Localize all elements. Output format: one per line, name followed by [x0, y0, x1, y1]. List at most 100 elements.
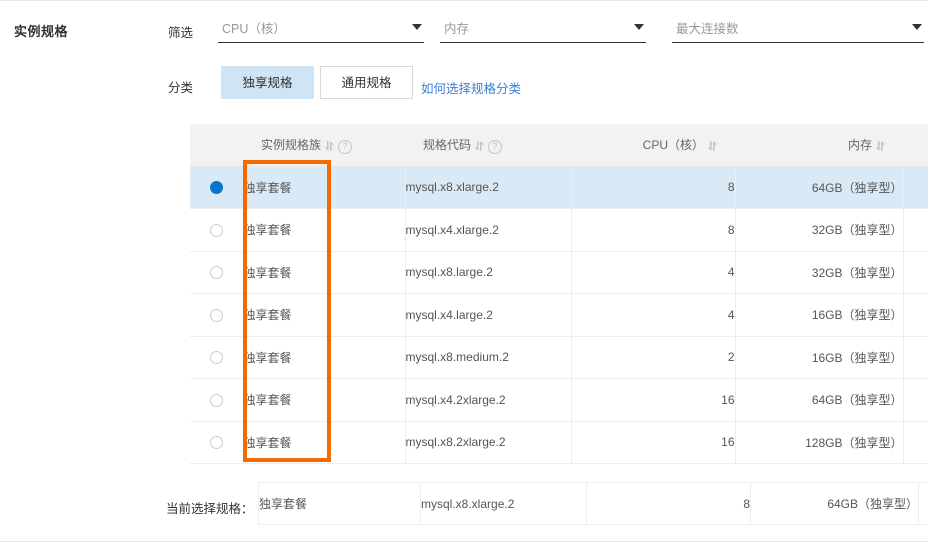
row-radio-cell[interactable] [190, 293, 244, 337]
table-row[interactable]: 独享套餐 mysql.x8.xlarge.2 8 64GB（独享型） [190, 166, 928, 209]
row-memory: 128GB（独享型） [735, 421, 904, 464]
table-body: 独享套餐 mysql.x8.xlarge.2 8 64GB（独享型） 独享套餐 mysql… [190, 166, 928, 464]
current-selection-table: 独享套餐 mysql.x8.xlarge.2 8 64GB（独享型） [258, 482, 928, 525]
row-code: mysql.x8.large.2 [405, 251, 572, 294]
current-selection-memory: 64GB（独享型） [750, 482, 919, 525]
row-family: 独享套餐 [243, 378, 406, 422]
filter-select-memory-value: 内存 [444, 22, 470, 36]
row-radio-cell[interactable] [190, 378, 244, 422]
row-code: mysql.x4.xlarge.2 [405, 208, 572, 252]
row-family: 独享套餐 [243, 293, 406, 337]
row-code: mysql.x4.large.2 [405, 293, 572, 337]
filter-label: 筛选 [168, 26, 194, 40]
row-cpu: 8 [571, 208, 736, 252]
row-memory: 16GB（独享型） [735, 336, 904, 379]
sort-icon[interactable] [876, 140, 885, 152]
radio-button[interactable] [209, 266, 223, 280]
row-extra [903, 378, 928, 422]
chevron-down-icon [412, 24, 422, 30]
radio-button[interactable] [209, 308, 223, 322]
chevron-down-icon [912, 24, 922, 30]
page-title: 实例规格 [14, 24, 69, 39]
current-selection-code: mysql.x8.xlarge.2 [420, 482, 587, 525]
row-code: mysql.x4.2xlarge.2 [405, 378, 572, 422]
header-cell-extra [903, 124, 928, 167]
row-extra [903, 336, 928, 379]
sort-icon[interactable] [325, 140, 334, 152]
table-row[interactable]: 独享套餐 mysql.x4.2xlarge.2 16 64GB（独享型） [190, 378, 928, 422]
row-radio-cell[interactable] [190, 336, 244, 379]
row-family: 独享套餐 [243, 336, 406, 379]
top-divider [0, 0, 928, 1]
chevron-down-icon [634, 24, 644, 30]
header-label-code: 规格代码 [423, 138, 472, 153]
help-circle-icon[interactable]: ? [488, 139, 503, 154]
row-extra [903, 208, 928, 252]
header-cell-cpu[interactable]: CPU（核） [571, 124, 735, 167]
sort-icon[interactable] [708, 140, 717, 152]
table-row[interactable]: 独享套餐 mysql.x4.large.2 4 16GB（独享型） [190, 293, 928, 337]
header-cell-memory[interactable]: 内存 [735, 124, 903, 167]
row-extra [903, 251, 928, 294]
row-family: 独享套餐 [243, 166, 406, 209]
how-to-choose-spec-link[interactable]: 如何选择规格分类 [421, 78, 521, 97]
row-cpu: 16 [571, 421, 736, 464]
row-radio-cell[interactable] [190, 421, 244, 464]
row-cpu: 4 [571, 251, 736, 294]
header-label-family: 实例规格族 [261, 138, 322, 153]
row-radio-cell[interactable] [190, 251, 244, 294]
instance-spec-table: 实例规格族 ? 规格代码 ? CPU（核） 内存 独享套餐 mysql.x8.x… [190, 124, 928, 464]
current-selection-family: 独享套餐 [258, 482, 421, 525]
row-family: 独享套餐 [243, 208, 406, 252]
filter-select-max-connections-value: 最大连接数 [676, 22, 739, 36]
row-extra [903, 421, 928, 464]
sort-icon[interactable] [475, 140, 484, 152]
table-row[interactable]: 独享套餐 mysql.x8.2xlarge.2 16 128GB（独享型） [190, 421, 928, 464]
row-cpu: 4 [571, 293, 736, 337]
table-header: 实例规格族 ? 规格代码 ? CPU（核） 内存 [190, 124, 928, 167]
row-code: mysql.x8.xlarge.2 [405, 166, 572, 209]
header-cell-code[interactable]: 规格代码 ? [405, 124, 571, 167]
table-row[interactable]: 独享套餐 mysql.x8.medium.2 2 16GB（独享型） [190, 336, 928, 379]
row-memory: 64GB（独享型） [735, 166, 904, 209]
radio-button[interactable] [209, 181, 223, 195]
instance-spec-page: 实例规格 筛选 CPU（核） 内存 最大连接数 分类 独享规格 通用规格 如何选… [0, 0, 928, 542]
row-extra [903, 166, 928, 209]
filter-select-cpu-value: CPU（核） [222, 22, 286, 36]
current-selection-cpu: 8 [586, 482, 751, 525]
table-row[interactable]: 独享套餐 mysql.x4.xlarge.2 8 32GB（独享型） [190, 208, 928, 252]
table-row[interactable]: 独享套餐 mysql.x8.large.2 4 32GB（独享型） [190, 251, 928, 294]
row-memory: 32GB（独享型） [735, 251, 904, 294]
tab-general-spec[interactable]: 通用规格 [320, 66, 413, 99]
row-cpu: 8 [571, 166, 736, 209]
row-family: 独享套餐 [243, 251, 406, 294]
row-family: 独享套餐 [243, 421, 406, 464]
current-selection-label: 当前选择规格： [166, 502, 254, 516]
row-memory: 32GB（独享型） [735, 208, 904, 252]
help-circle-icon[interactable]: ? [338, 139, 353, 154]
row-extra [903, 293, 928, 337]
row-cpu: 2 [571, 336, 736, 379]
filter-select-memory[interactable]: 内存 [440, 14, 646, 43]
radio-button[interactable] [209, 436, 223, 450]
row-radio-cell[interactable] [190, 166, 244, 209]
header-cell-family[interactable]: 实例规格族 ? [243, 124, 405, 167]
row-radio-cell[interactable] [190, 208, 244, 252]
current-selection-extra [918, 482, 928, 525]
current-selection-row: 独享套餐 mysql.x8.xlarge.2 8 64GB（独享型） [258, 482, 928, 525]
table-header-row: 实例规格族 ? 规格代码 ? CPU（核） 内存 [190, 124, 928, 167]
filter-select-max-connections[interactable]: 最大连接数 [672, 14, 924, 43]
radio-button[interactable] [209, 223, 223, 237]
header-label-memory: 内存 [847, 138, 872, 153]
category-label: 分类 [168, 81, 194, 95]
row-code: mysql.x8.medium.2 [405, 336, 572, 379]
tab-dedicated-spec[interactable]: 独享规格 [221, 66, 314, 99]
row-cpu: 16 [571, 378, 736, 422]
header-label-cpu: CPU（核） [642, 138, 704, 153]
radio-button[interactable] [209, 393, 223, 407]
radio-button[interactable] [209, 351, 223, 365]
filter-select-cpu[interactable]: CPU（核） [218, 14, 424, 43]
row-memory: 64GB（独享型） [735, 378, 904, 422]
header-cell-radio [190, 124, 243, 167]
row-code: mysql.x8.2xlarge.2 [405, 421, 572, 464]
